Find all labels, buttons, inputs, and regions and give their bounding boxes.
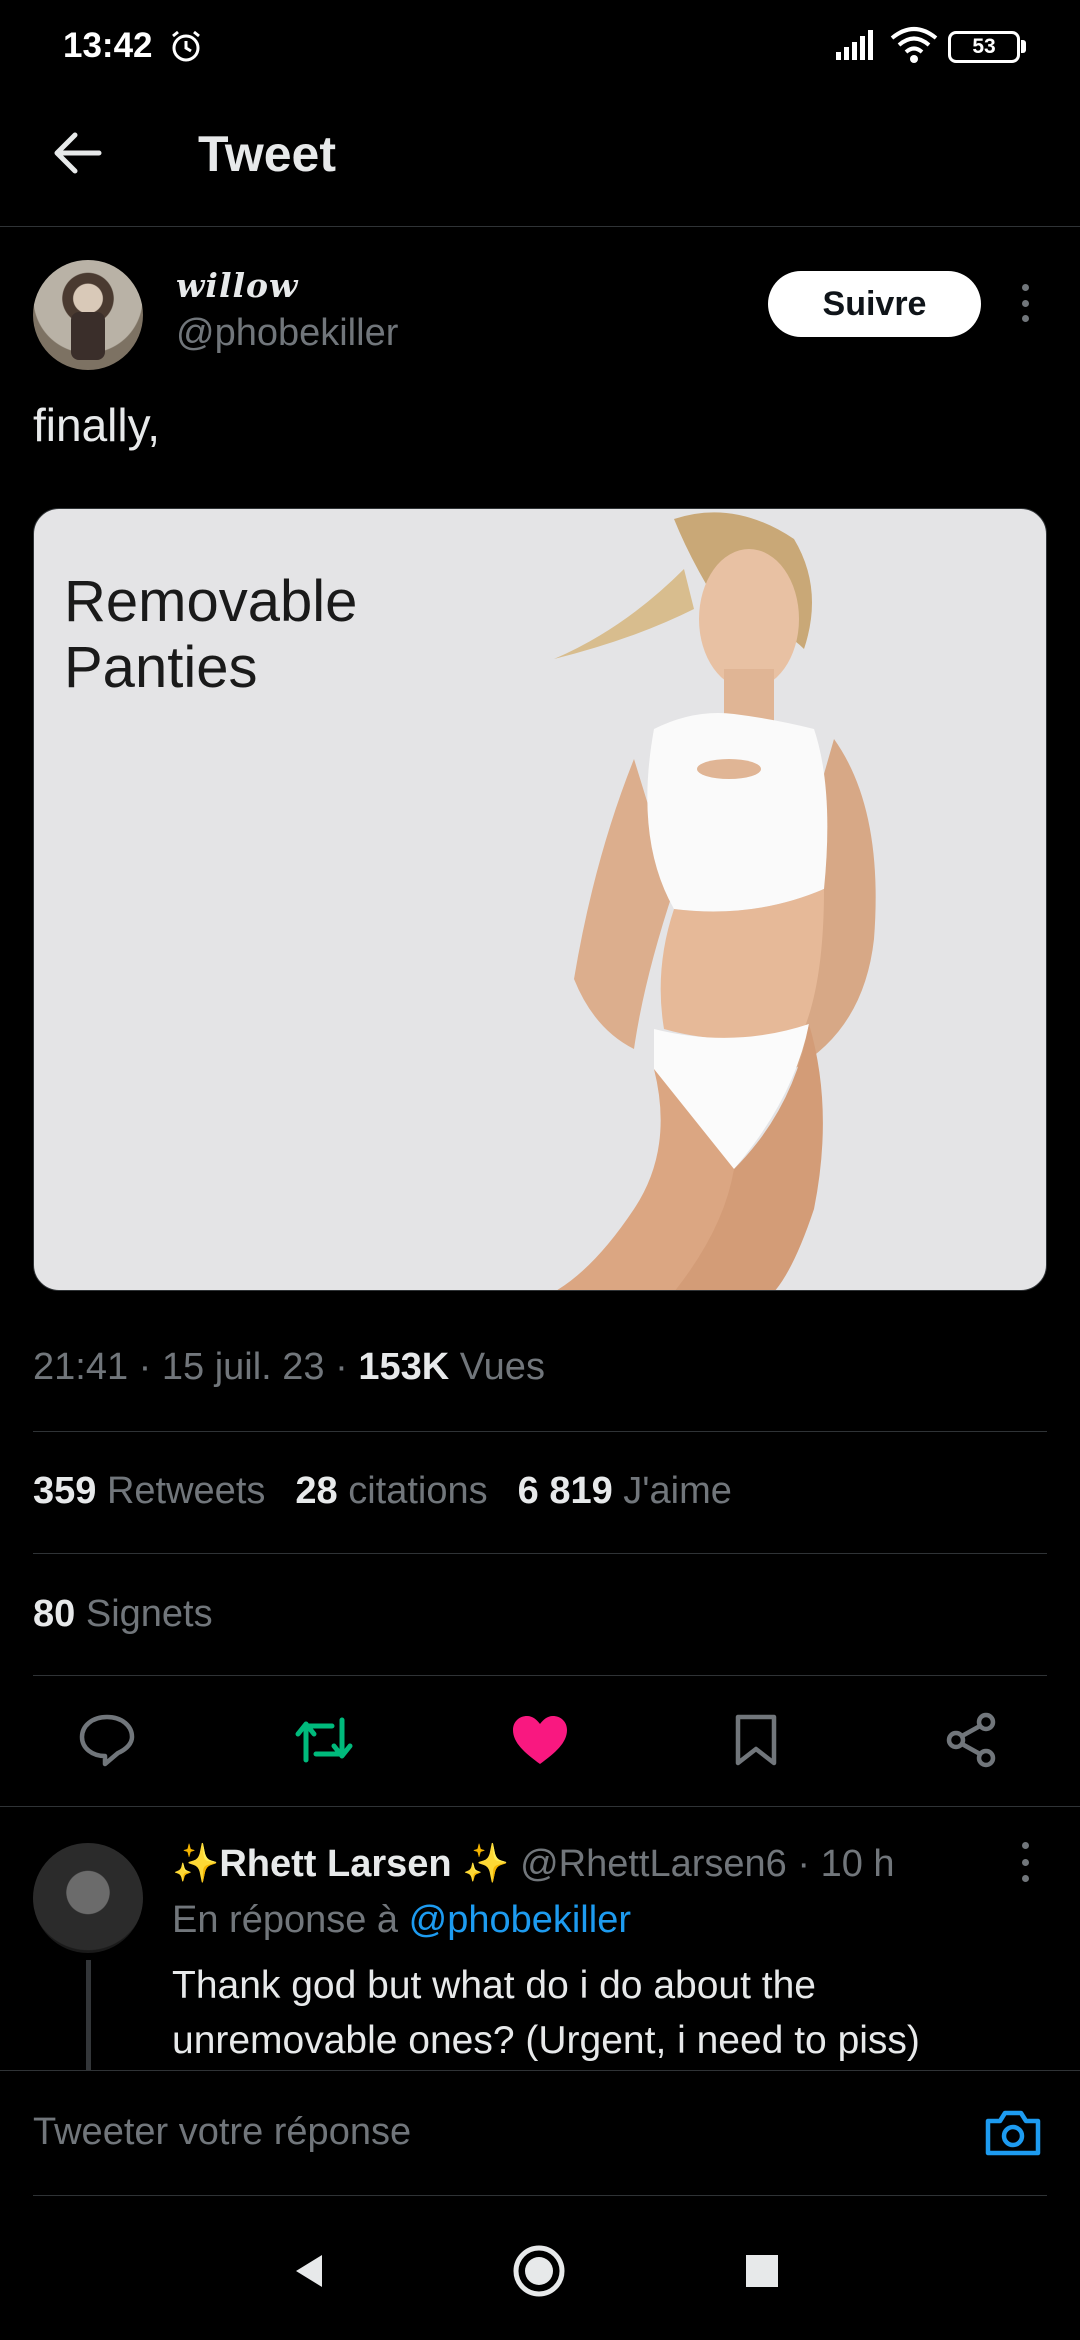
likes-stat[interactable]: 6 819 J'aime — [518, 1470, 732, 1512]
more-dot-icon — [1021, 1842, 1029, 1849]
reply-icon — [79, 1714, 135, 1767]
page-title: Tweet — [198, 126, 336, 182]
reply-input[interactable]: Tweeter votre réponse — [33, 2111, 411, 2154]
separator-dot: · — [335, 1346, 359, 1388]
in-reply-to: En réponse à @phobekiller — [172, 1899, 631, 1942]
battery-indicator: 53 — [948, 31, 1020, 63]
follow-button[interactable]: Suivre — [768, 271, 981, 337]
likes-count: 6 819 — [517, 1470, 613, 1512]
section-divider — [0, 1806, 1080, 1807]
system-navigation-bar — [0, 2196, 1080, 2340]
status-time: 13:42 — [63, 26, 153, 65]
quotes-count: 28 — [295, 1470, 338, 1512]
reply-text: Thank god but what do i do about the unr… — [172, 1964, 920, 2062]
camera-icon — [985, 2110, 1041, 2156]
retweets-label: Retweets — [106, 1470, 266, 1512]
more-options-button[interactable] — [1010, 278, 1040, 328]
bookmarks-label: Signets — [85, 1593, 213, 1635]
nav-back-button[interactable] — [275, 2236, 345, 2306]
media-caption-line: Panties — [64, 635, 258, 700]
more-dot-icon — [1021, 1875, 1029, 1882]
sparkles-icon: ✨ — [462, 1843, 510, 1885]
status-bar: 13:42 53 — [0, 0, 1080, 95]
retweet-icon — [295, 1717, 353, 1763]
sparkles-icon: ✨ — [172, 1843, 220, 1885]
reply-button[interactable] — [67, 1700, 147, 1780]
more-dot-icon — [1021, 315, 1029, 322]
nav-recents-button[interactable] — [727, 2236, 797, 2306]
top-app-bar: Tweet — [0, 95, 1080, 227]
tweet-time: 21:41 — [33, 1346, 129, 1388]
quotes-stat[interactable]: 28 citations — [295, 1470, 487, 1512]
retweets-stat[interactable]: 359 Retweets — [33, 1470, 265, 1512]
bookmark-button[interactable] — [716, 1700, 796, 1780]
wifi-icon — [890, 27, 938, 63]
retweets-count: 359 — [33, 1470, 97, 1512]
heart-icon — [513, 1716, 567, 1764]
retweet-button[interactable] — [284, 1700, 364, 1780]
media-caption: Removable Panties — [64, 569, 357, 701]
camera-button[interactable] — [984, 2107, 1042, 2162]
reply-author-handle[interactable]: @RhettLarsen6 — [520, 1843, 787, 1885]
quotes-label: citations — [348, 1470, 488, 1512]
reply-more-options-button[interactable] — [1010, 1842, 1040, 1882]
battery-tip — [1021, 40, 1026, 53]
reply-header: ✨Rhett Larsen ✨ @RhettLarsen6 · 10 h — [172, 1842, 895, 1886]
square-recents-icon — [746, 2255, 778, 2287]
in-reply-prefix: En réponse à — [172, 1899, 399, 1941]
views-count: 153K — [358, 1346, 450, 1388]
nav-home-button[interactable] — [504, 2236, 574, 2306]
in-reply-mention-link[interactable]: @phobekiller — [409, 1899, 631, 1941]
alarm-icon — [172, 30, 200, 62]
reply-composer: Tweeter votre réponse — [0, 2070, 1080, 2197]
engagement-stats: 359 Retweets 28 citations 6 819 J'aime — [33, 1470, 732, 1513]
tweet-timestamp-views: 21:41 · 15 juil. 23 · 153K Vues — [33, 1346, 545, 1389]
share-button[interactable] — [931, 1700, 1011, 1780]
thread-line — [86, 1960, 91, 2070]
tweet-media-image[interactable]: Removable Panties — [33, 508, 1047, 1291]
author-avatar[interactable] — [33, 260, 143, 370]
tweet-date: 15 juil. 23 — [161, 1346, 325, 1388]
bookmarks-count: 80 — [33, 1593, 76, 1635]
author-handle[interactable]: @phobekiller — [176, 312, 398, 355]
triangle-back-icon — [296, 2255, 322, 2287]
author-display-name[interactable]: willow — [176, 266, 298, 305]
likes-label: J'aime — [623, 1470, 732, 1512]
cellular-signal-icon — [836, 30, 873, 60]
arrow-left-icon — [54, 132, 102, 174]
separator-dot: · — [786, 1843, 821, 1885]
divider — [33, 1553, 1047, 1554]
bookmarks-stat[interactable]: 80 Signets — [33, 1593, 213, 1636]
back-button[interactable] — [48, 123, 108, 183]
like-button[interactable] — [500, 1700, 580, 1780]
reply-author-avatar[interactable] — [33, 1843, 143, 1953]
bookmark-icon — [735, 1714, 777, 1766]
more-dot-icon — [1021, 284, 1029, 291]
more-dot-icon — [1021, 1858, 1029, 1866]
reply-author-name[interactable]: Rhett Larsen — [219, 1843, 451, 1885]
reply-age: 10 h — [820, 1843, 895, 1885]
media-caption-line: Removable — [64, 569, 358, 634]
views-label: Vues — [459, 1346, 545, 1388]
tweet-text: finally, — [33, 399, 160, 451]
divider — [33, 1675, 1047, 1676]
circle-home-icon — [513, 2245, 565, 2297]
separator-dot: · — [138, 1346, 162, 1388]
share-icon — [946, 1712, 996, 1768]
tweet-action-bar — [0, 1700, 1080, 1780]
divider — [33, 1431, 1047, 1432]
more-dot-icon — [1021, 299, 1029, 307]
